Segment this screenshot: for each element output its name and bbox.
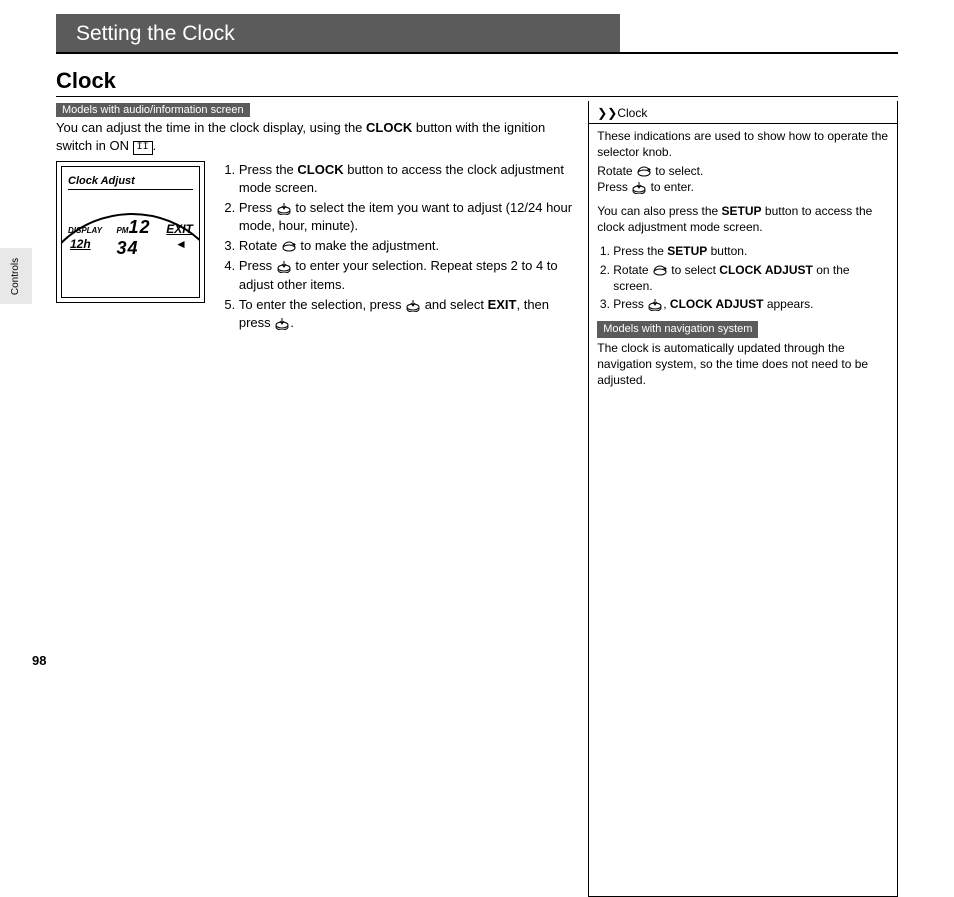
main-column: Models with audio/information screen You… — [56, 101, 572, 334]
page-title: Setting the Clock — [76, 22, 235, 46]
sidebar-intro: These indications are used to show how t… — [597, 128, 889, 160]
model-badge-nav: Models with navigation system — [597, 321, 758, 338]
section-rule — [56, 96, 898, 97]
step-4: Press to enter your selection. Repeat st… — [239, 257, 572, 293]
dial-arc — [61, 213, 200, 298]
page-title-bar: Setting the Clock — [56, 14, 620, 54]
page-header: Setting the Clock — [0, 14, 954, 54]
sidebar-step-1: Press the SETUP button. — [613, 243, 889, 259]
screen-divider — [68, 189, 193, 190]
sidebar-head-text: Clock — [617, 106, 647, 120]
sidebar-step-2: Rotate to select CLOCK ADJUST on the scr… — [613, 262, 889, 294]
press-knob-icon — [631, 180, 647, 194]
side-tab-label: Controls — [11, 257, 22, 294]
sidebar-step-3: Press , CLOCK ADJUST appears. — [613, 296, 889, 312]
screen-title: Clock Adjust — [68, 175, 135, 187]
intro-bold: CLOCK — [366, 120, 412, 135]
sidebar-nav-text: The clock is automatically updated throu… — [597, 340, 889, 389]
intro-text: You can adjust the time in the clock dis… — [56, 119, 572, 155]
step-3: Rotate to make the adjustment. — [239, 237, 572, 255]
header-underline — [56, 52, 898, 54]
press-knob-icon — [274, 316, 290, 330]
page-number: 98 — [32, 653, 46, 668]
steps-list: Press the CLOCK button to access the clo… — [221, 161, 572, 335]
model-badge-audio: Models with audio/information screen — [56, 103, 250, 117]
rotate-knob-icon — [652, 263, 668, 277]
sidebar-heading: ❯❯Clock — [589, 105, 897, 124]
side-tab: Controls — [0, 248, 32, 304]
ignition-on-icon: II — [133, 141, 153, 155]
intro-part: . — [153, 138, 157, 153]
sidebar-column: ❯❯Clock These indications are used to sh… — [588, 101, 898, 897]
clock-display-illustration: Clock Adjust DISPLAY 12h PM12 34 EXIT ◄ — [56, 161, 205, 303]
sidebar-steps: Press the SETUP button. Rotate to select… — [597, 243, 889, 312]
press-knob-icon — [276, 201, 292, 215]
sidebar-head-icon: ❯❯ — [597, 106, 617, 120]
step-2: Press to select the item you want to adj… — [239, 199, 572, 235]
press-knob-icon — [276, 259, 292, 273]
rotate-knob-icon — [281, 239, 297, 253]
section-title: Clock — [56, 68, 954, 94]
step-5: To enter the selection, press and select… — [239, 296, 572, 332]
press-knob-icon — [647, 297, 663, 311]
sidebar-setup-intro: You can also press the SETUP button to a… — [597, 203, 889, 235]
intro-part: You can adjust the time in the clock dis… — [56, 120, 366, 135]
press-knob-icon — [405, 298, 421, 312]
rotate-knob-icon — [636, 164, 652, 178]
step-1: Press the CLOCK button to access the clo… — [239, 161, 572, 197]
